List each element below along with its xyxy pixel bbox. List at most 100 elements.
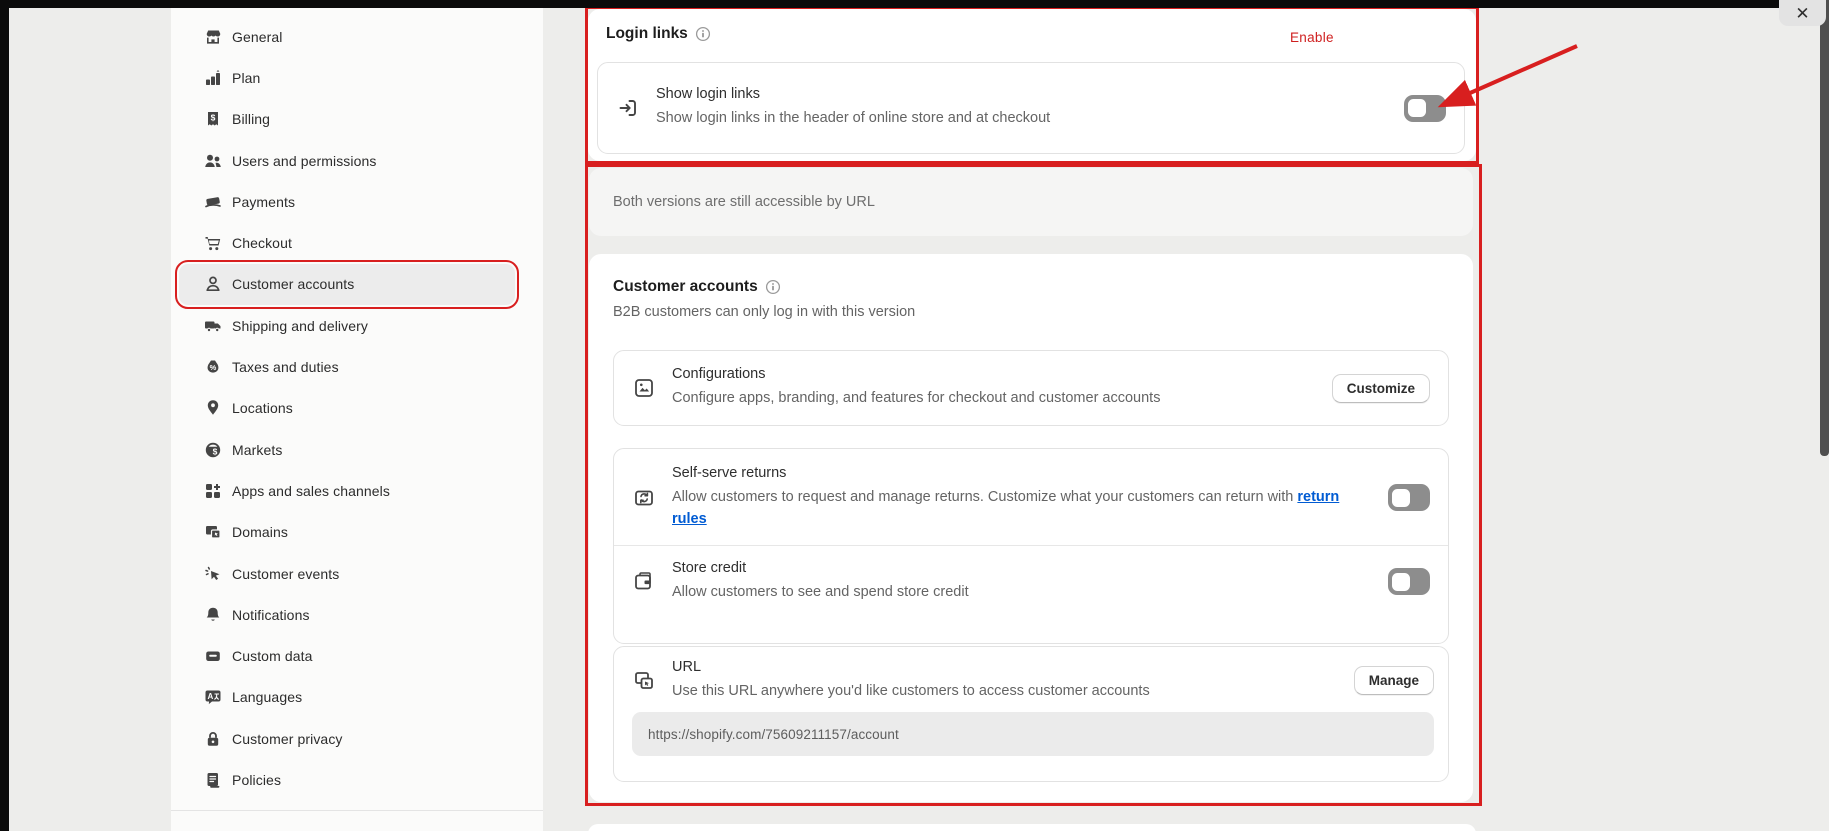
svg-text:$: $	[213, 446, 218, 456]
store-credit-description: Allow customers to see and spend store c…	[672, 581, 1372, 603]
plan-steps-icon	[203, 68, 223, 88]
show-login-links-description: Show login links in the header of online…	[656, 107, 1388, 129]
sidebar-item-label: Languages	[232, 689, 302, 705]
url-description: Use this URL anywhere you'd like custome…	[672, 680, 1338, 702]
globe-dollar-icon: $	[203, 440, 223, 460]
sidebar-item-custom-data[interactable]: Custom data	[179, 635, 515, 676]
store-credit-row: Store credit Allow customers to see and …	[614, 546, 1448, 615]
manage-button[interactable]: Manage	[1354, 666, 1434, 695]
sidebar-item-label: Apps and sales channels	[232, 483, 390, 499]
self-serve-returns-row: Self-serve returns Allow customers to re…	[614, 449, 1448, 545]
sidebar-item-payments[interactable]: Payments	[179, 181, 515, 222]
sidebar-item-label: Notifications	[232, 607, 310, 623]
sidebar-item-label: Plan	[232, 70, 260, 86]
sidebar-item-label: Domains	[232, 524, 288, 540]
login-links-title: Login links	[606, 25, 688, 43]
person-icon	[203, 274, 223, 294]
payments-hand-icon	[203, 192, 223, 212]
sidebar-item-general[interactable]: General	[179, 16, 515, 57]
sidebar-item-label: Markets	[232, 442, 283, 458]
sidebar-item-label: General	[232, 29, 283, 45]
url-copy-icon	[632, 669, 656, 693]
sidebar-item-label: Custom data	[232, 648, 312, 664]
account-url-value: https://shopify.com/75609211157/account	[648, 727, 899, 742]
cursor-click-icon	[203, 564, 223, 584]
store-credit-wallet-icon	[632, 570, 656, 594]
sidebar-bottom-divider	[171, 810, 543, 811]
sidebar-item-label: Checkout	[232, 235, 292, 251]
customer-accounts-section: Customer accounts B2B customers can only…	[589, 254, 1473, 802]
next-section-card-top	[588, 824, 1476, 831]
login-arrow-icon	[616, 96, 640, 120]
sidebar-item-customer-accounts[interactable]: Customer accounts	[179, 264, 515, 305]
account-url-field[interactable]: https://shopify.com/75609211157/account	[632, 712, 1434, 756]
sidebar-item-markets[interactable]: $ Markets	[179, 429, 515, 470]
sidebar-item-label: Shipping and delivery	[232, 318, 368, 334]
notice-text: Both versions are still accessible by UR…	[613, 194, 875, 210]
customer-accounts-title: Customer accounts	[613, 278, 758, 296]
sidebar-item-label: Customer events	[232, 566, 339, 582]
sidebar-item-locations[interactable]: Locations	[179, 388, 515, 429]
self-serve-returns-toggle[interactable]	[1388, 484, 1430, 511]
sidebar-item-languages[interactable]: A Languages	[179, 677, 515, 718]
returns-description-text: Allow customers to request and manage re…	[672, 489, 1297, 505]
toggle-knob	[1392, 489, 1410, 507]
toggle-knob	[1408, 99, 1426, 117]
close-button[interactable]: ✕	[1779, 0, 1826, 26]
configurations-title: Configurations	[672, 366, 1316, 382]
storefront-icon	[203, 27, 223, 47]
returns-box-icon	[632, 486, 656, 510]
svg-text:A: A	[208, 692, 214, 701]
info-icon[interactable]	[765, 279, 781, 295]
url-row: URL Use this URL anywhere you'd like cus…	[632, 659, 1434, 702]
sidebar-item-taxes-and-duties[interactable]: % Taxes and duties	[179, 346, 515, 387]
lock-icon	[203, 729, 223, 749]
sidebar-item-domains[interactable]: Domains	[179, 512, 515, 553]
store-credit-toggle[interactable]	[1388, 568, 1430, 595]
sidebar-item-customer-events[interactable]: Customer events	[179, 553, 515, 594]
sidebar-item-shipping-and-delivery[interactable]: Shipping and delivery	[179, 305, 515, 346]
users-icon	[203, 151, 223, 171]
login-links-section: Login links Show login links Show login …	[588, 9, 1476, 161]
url-card: URL Use this URL anywhere you'd like cus…	[613, 646, 1449, 782]
sidebar-item-label: Customer privacy	[232, 731, 343, 747]
customize-button[interactable]: Customize	[1332, 374, 1430, 403]
map-pin-icon	[203, 398, 223, 418]
sidebar-item-label: Billing	[232, 111, 270, 127]
bell-icon	[203, 605, 223, 625]
sidebar-item-billing[interactable]: $ Billing	[179, 99, 515, 140]
settings-page: ✕ General Plan $ Billing Users and permi…	[0, 0, 1829, 831]
show-login-links-row: Show login links Show login links in the…	[597, 62, 1465, 154]
store-credit-title: Store credit	[672, 560, 1372, 576]
self-serve-returns-description: Allow customers to request and manage re…	[672, 486, 1372, 531]
sidebar-item-plan[interactable]: Plan	[179, 57, 515, 98]
window-frame-left	[0, 0, 9, 831]
returns-and-credit-card: Self-serve returns Allow customers to re…	[613, 448, 1449, 644]
configurations-row: Configurations Configure apps, branding,…	[613, 350, 1449, 426]
configurations-description: Configure apps, branding, and features f…	[672, 387, 1316, 409]
sidebar-item-users-and-permissions[interactable]: Users and permissions	[179, 140, 515, 181]
sidebar-item-label: Customer accounts	[232, 276, 354, 292]
language-bubble-icon: A	[203, 687, 223, 707]
sidebar-item-label: Locations	[232, 400, 293, 416]
sidebar-item-label: Policies	[232, 772, 281, 788]
settings-sidebar: General Plan $ Billing Users and permiss…	[171, 8, 543, 831]
svg-text:%: %	[210, 363, 217, 372]
sidebar-item-apps-and-sales-channels[interactable]: Apps and sales channels	[179, 470, 515, 511]
sidebar-item-policies[interactable]: Policies	[179, 759, 515, 800]
scrollbar-thumb[interactable]	[1820, 0, 1829, 456]
configurations-icon	[632, 376, 656, 400]
customer-accounts-subtitle: B2B customers can only log in with this …	[613, 304, 1449, 320]
cart-icon	[203, 233, 223, 253]
tax-bag-icon: %	[203, 357, 223, 377]
sidebar-item-checkout[interactable]: Checkout	[179, 222, 515, 263]
sidebar-item-customer-privacy[interactable]: Customer privacy	[179, 718, 515, 759]
show-login-links-toggle[interactable]	[1404, 95, 1446, 122]
policy-doc-icon	[203, 770, 223, 790]
notice-banner: Both versions are still accessible by UR…	[589, 168, 1473, 236]
close-icon: ✕	[1795, 4, 1809, 24]
toggle-knob	[1392, 573, 1410, 591]
truck-icon	[203, 316, 223, 336]
info-icon[interactable]	[695, 26, 711, 42]
sidebar-item-notifications[interactable]: Notifications	[179, 594, 515, 635]
